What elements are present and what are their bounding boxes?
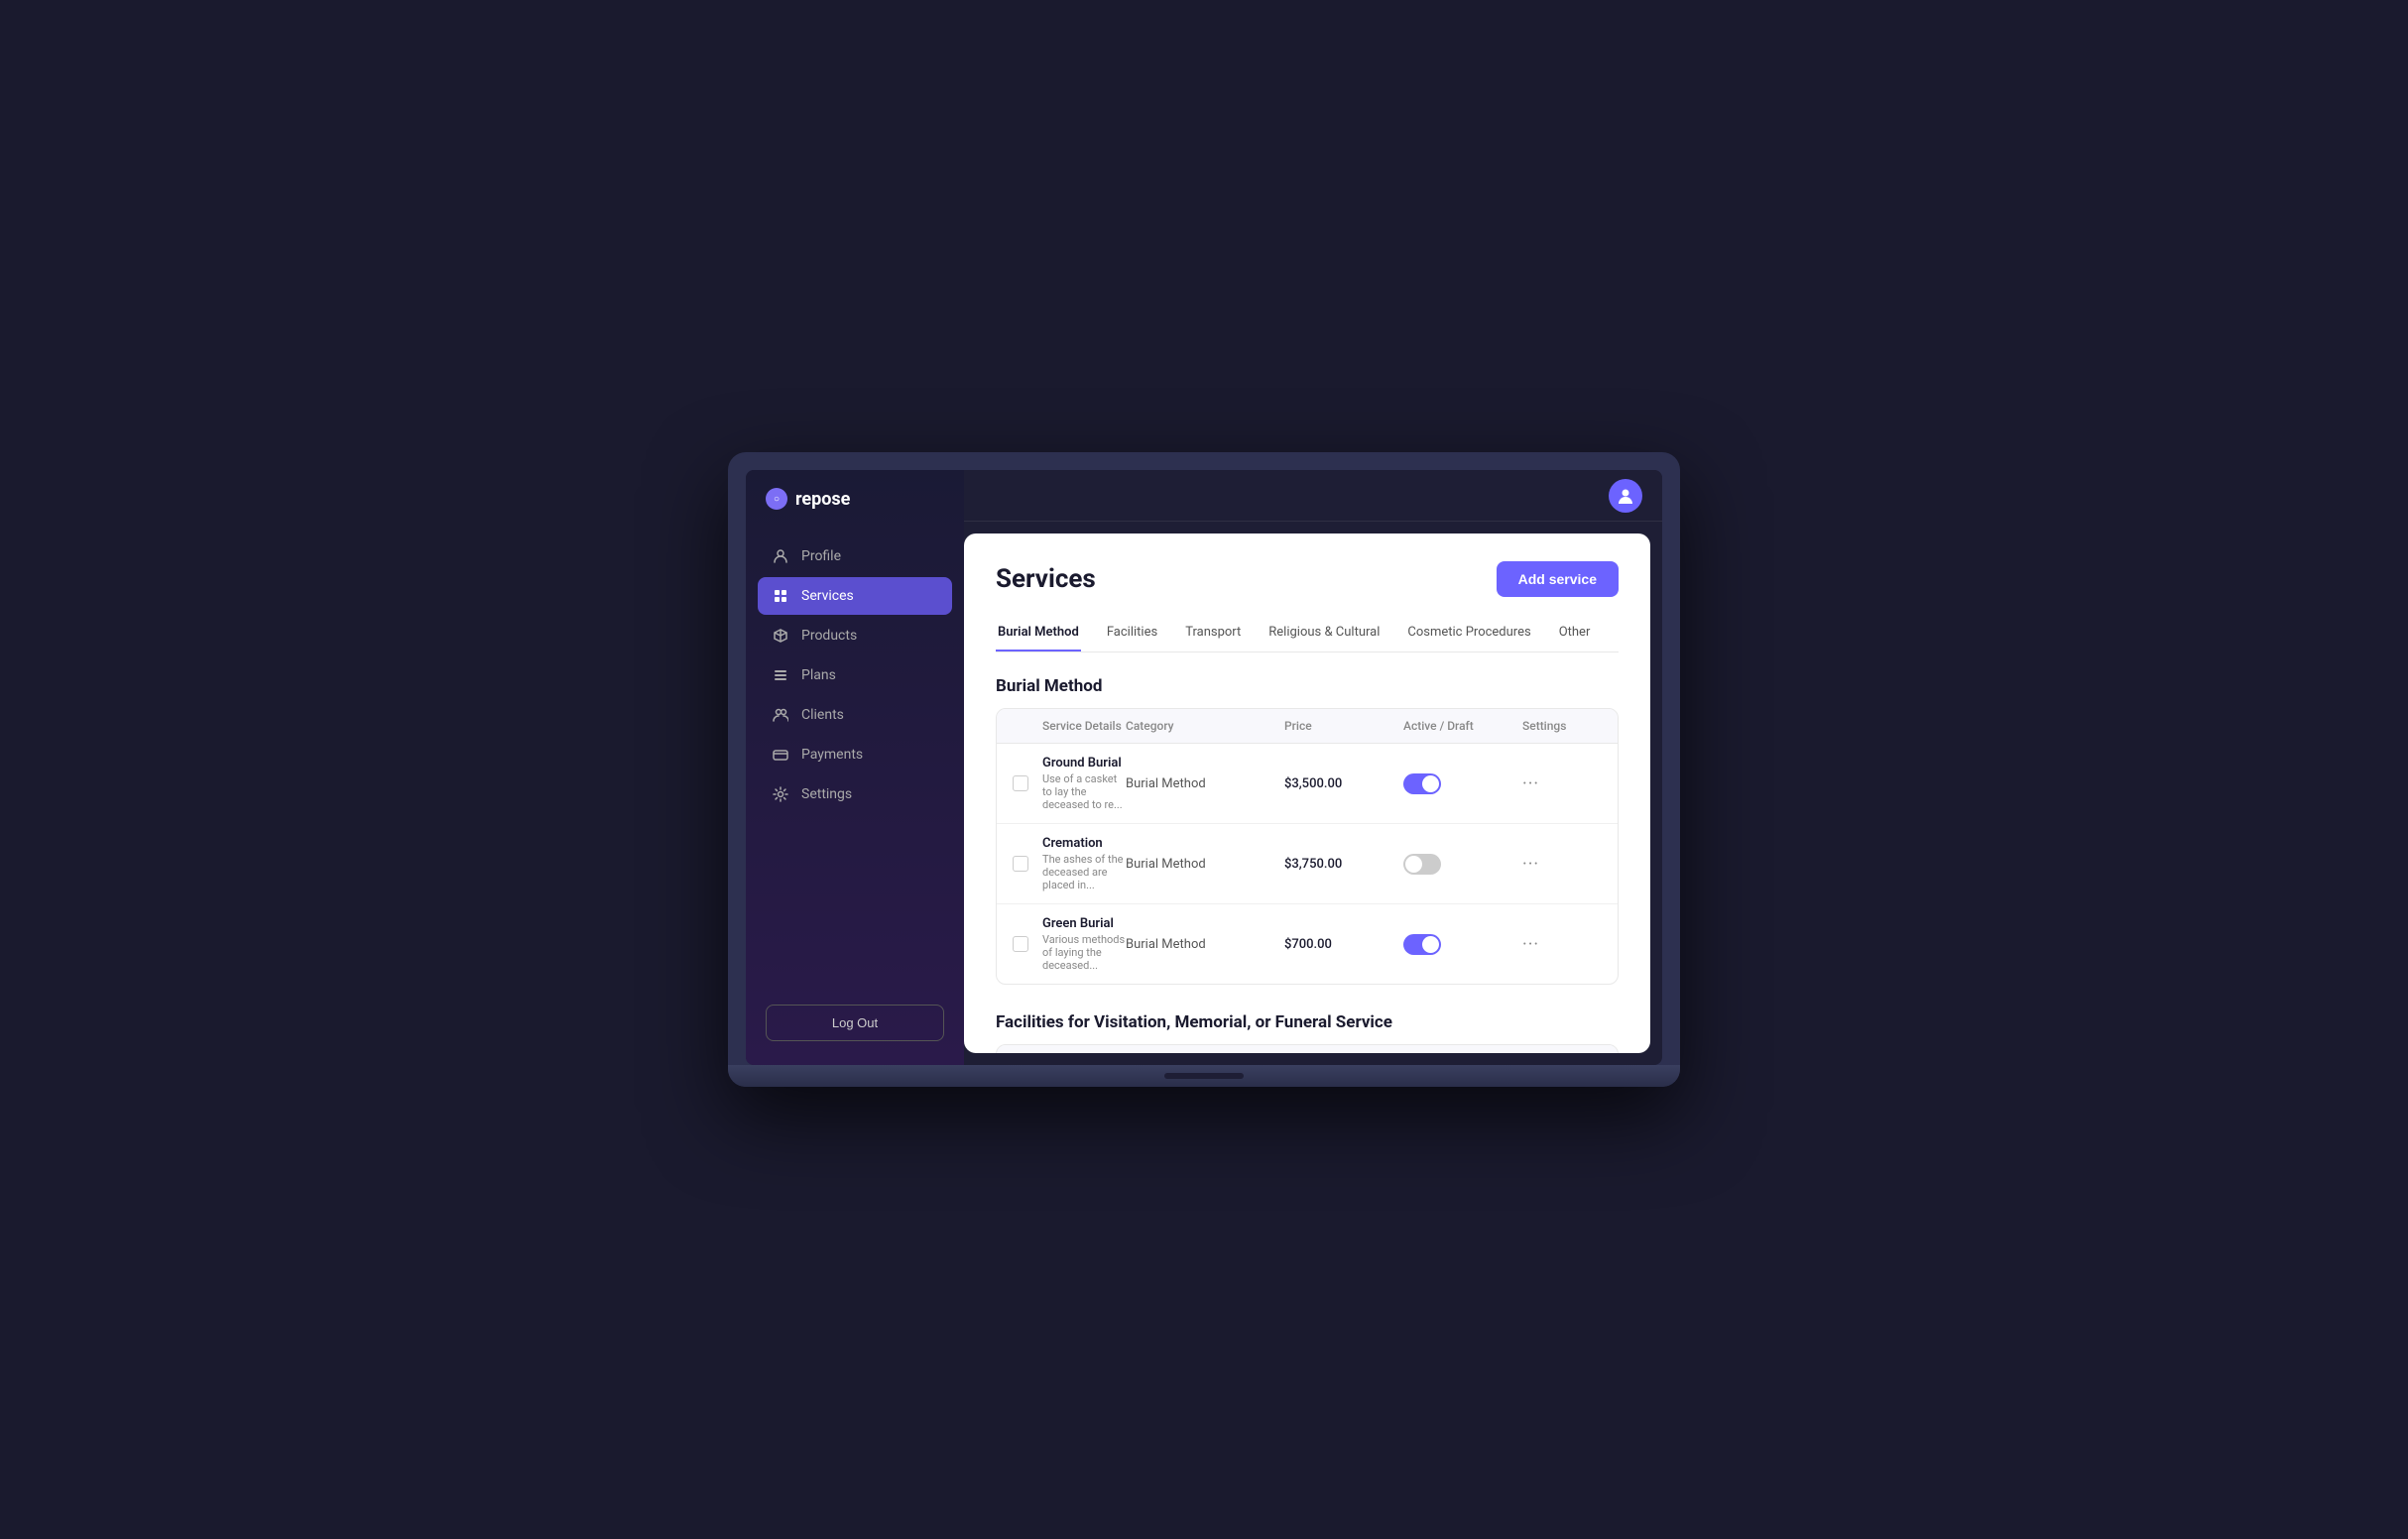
- sidebar-item-settings[interactable]: Settings: [758, 775, 952, 813]
- toggle-wrap: [1403, 773, 1522, 794]
- service-name: Green Burial: [1042, 916, 1126, 931]
- service-info: Cremation The ashes of the deceased are …: [1042, 836, 1126, 891]
- sidebar-item-settings-label: Settings: [801, 786, 852, 802]
- sidebar-logo: ○ repose: [746, 470, 964, 528]
- avatar[interactable]: [1609, 479, 1642, 513]
- table-row: Green Burial Various methods of laying t…: [997, 904, 1618, 984]
- service-desc: Use of a casket to lay the deceased to r…: [1042, 772, 1126, 811]
- section-title-burial: Burial Method: [996, 676, 1619, 696]
- sidebar-footer: Log Out: [746, 989, 964, 1065]
- service-name: Ground Burial: [1042, 756, 1126, 770]
- people-icon: [772, 706, 789, 724]
- grid-icon: [772, 587, 789, 605]
- toggle-wrap: [1403, 854, 1522, 875]
- sidebar-item-clients-label: Clients: [801, 707, 844, 723]
- sidebar-item-profile-label: Profile: [801, 548, 841, 564]
- service-desc: The ashes of the deceased are placed in.…: [1042, 853, 1126, 891]
- header-active-draft: Active / Draft: [1403, 719, 1522, 733]
- price-cell: $700.00: [1284, 937, 1403, 952]
- row-checkbox[interactable]: [1013, 856, 1028, 872]
- row-checkbox[interactable]: [1013, 775, 1028, 791]
- main-wrapper: Services Add service Burial Method Facil…: [964, 470, 1662, 1065]
- section-burial-method: Burial Method Service Details Category P…: [996, 676, 1619, 985]
- box-icon: [772, 627, 789, 645]
- sidebar-item-products-label: Products: [801, 628, 857, 644]
- active-toggle[interactable]: [1403, 854, 1441, 875]
- laptop-notch: [1164, 1073, 1244, 1079]
- sidebar-nav: Profile Services: [746, 528, 964, 989]
- tab-religious-cultural[interactable]: Religious & Cultural: [1266, 617, 1382, 651]
- burial-table-header: Service Details Category Price Active / …: [997, 709, 1618, 744]
- header-price: Price: [1284, 719, 1403, 733]
- laptop-wrapper: ○ repose Profile: [728, 452, 1680, 1087]
- sidebar: ○ repose Profile: [746, 470, 964, 1065]
- list-icon: [772, 666, 789, 684]
- more-options-button[interactable]: ···: [1522, 854, 1602, 875]
- service-desc: Various methods of laying the deceased..…: [1042, 933, 1126, 972]
- more-options-button[interactable]: ···: [1522, 773, 1602, 794]
- tab-bar: Burial Method Facilities Transport Relig…: [996, 617, 1619, 652]
- sidebar-item-payments[interactable]: Payments: [758, 736, 952, 773]
- price-cell: $3,750.00: [1284, 857, 1403, 872]
- sidebar-item-products[interactable]: Products: [758, 617, 952, 654]
- category-cell: Burial Method: [1126, 937, 1284, 952]
- logo-icon: ○: [766, 488, 787, 510]
- tab-facilities[interactable]: Facilities: [1105, 617, 1159, 651]
- service-name: Cremation: [1042, 836, 1126, 851]
- category-cell: Burial Method: [1126, 776, 1284, 791]
- app-shell: ○ repose Profile: [746, 470, 1662, 1065]
- gear-icon: [772, 785, 789, 803]
- sidebar-item-clients[interactable]: Clients: [758, 696, 952, 734]
- row-checkbox[interactable]: [1013, 936, 1028, 952]
- section-title-facilities: Facilities for Visitation, Memorial, or …: [996, 1012, 1619, 1032]
- active-toggle[interactable]: [1403, 773, 1441, 794]
- laptop-base: [728, 1065, 1680, 1087]
- main-content: Services Add service Burial Method Facil…: [964, 533, 1650, 1053]
- app-name: repose: [795, 489, 850, 510]
- logout-button[interactable]: Log Out: [766, 1005, 944, 1041]
- tab-burial-method[interactable]: Burial Method: [996, 617, 1081, 651]
- card-icon: [772, 746, 789, 764]
- facilities-table: Product Details Category Price Active / …: [996, 1044, 1619, 1053]
- laptop-screen: ○ repose Profile: [746, 470, 1662, 1065]
- price-cell: $3,500.00: [1284, 776, 1403, 791]
- header-service-details: Service Details: [1042, 719, 1126, 733]
- active-toggle[interactable]: [1403, 934, 1441, 955]
- service-info: Green Burial Various methods of laying t…: [1042, 916, 1126, 972]
- header-category: Category: [1126, 719, 1284, 733]
- tab-transport[interactable]: Transport: [1183, 617, 1243, 651]
- sidebar-item-plans-label: Plans: [801, 667, 836, 683]
- sidebar-item-services-label: Services: [801, 588, 854, 604]
- sidebar-item-payments-label: Payments: [801, 747, 863, 763]
- section-facilities: Facilities for Visitation, Memorial, or …: [996, 1012, 1619, 1053]
- header-settings: Settings: [1522, 719, 1602, 733]
- tab-other[interactable]: Other: [1557, 617, 1593, 651]
- person-icon: [772, 547, 789, 565]
- page-header: Services Add service: [996, 561, 1619, 597]
- sidebar-item-services[interactable]: Services: [758, 577, 952, 615]
- table-row: Cremation The ashes of the deceased are …: [997, 824, 1618, 904]
- page-title: Services: [996, 564, 1096, 594]
- burial-method-table: Service Details Category Price Active / …: [996, 708, 1619, 985]
- header-checkbox-col: [1013, 719, 1042, 733]
- facilities-table-header: Product Details Category Price Active / …: [997, 1045, 1618, 1053]
- sidebar-item-profile[interactable]: Profile: [758, 537, 952, 575]
- toggle-wrap: [1403, 934, 1522, 955]
- sidebar-item-plans[interactable]: Plans: [758, 656, 952, 694]
- more-options-button[interactable]: ···: [1522, 934, 1602, 955]
- category-cell: Burial Method: [1126, 857, 1284, 872]
- topbar: [964, 470, 1662, 522]
- tab-cosmetic-procedures[interactable]: Cosmetic Procedures: [1405, 617, 1532, 651]
- add-service-button[interactable]: Add service: [1497, 561, 1619, 597]
- service-info: Ground Burial Use of a casket to lay the…: [1042, 756, 1126, 811]
- table-row: Ground Burial Use of a casket to lay the…: [997, 744, 1618, 824]
